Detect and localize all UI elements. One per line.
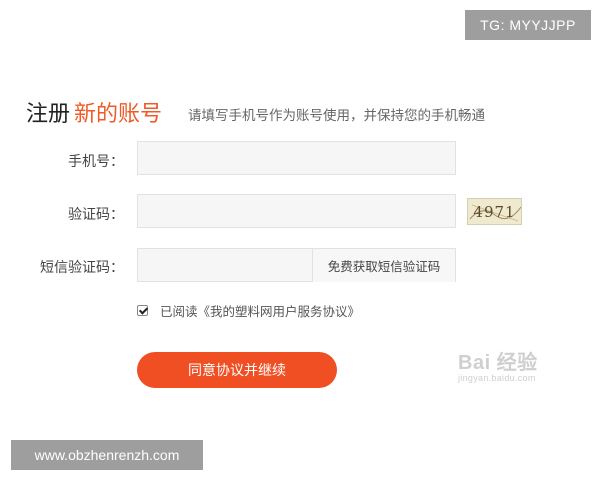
captcha-image[interactable]: 4971 xyxy=(467,198,522,225)
captcha-label: 验证码： xyxy=(68,207,124,223)
phone-label: 手机号： xyxy=(68,154,124,170)
agree-continue-button[interactable]: 同意协议并继续 xyxy=(137,352,337,388)
captcha-text: 4971 xyxy=(473,202,516,221)
url-overlay-label: www.obzhenrenzh.com xyxy=(11,440,203,470)
agreement-row[interactable]: 已阅读《我的塑料网用户服务协议》 xyxy=(137,301,360,320)
watermark-main: Bai 经验 xyxy=(458,352,538,374)
agreement-checkbox[interactable] xyxy=(137,305,148,316)
title-highlight: 新的账号 xyxy=(74,102,163,127)
tg-overlay-label: TG: MYYJJPP xyxy=(465,10,591,40)
page-title: 注册 新的账号 xyxy=(26,96,162,128)
watermark-sub: jingyan.baidu.com xyxy=(458,373,536,383)
baidu-watermark: Bai 经验 jingyan.baidu.com xyxy=(458,346,538,383)
captcha-input[interactable] xyxy=(137,194,456,228)
title-prefix: 注册 xyxy=(26,102,71,127)
get-sms-code-button[interactable]: 免费获取短信验证码 xyxy=(312,249,455,282)
phone-input[interactable] xyxy=(137,141,456,175)
agreement-text[interactable]: 已阅读《我的塑料网用户服务协议》 xyxy=(160,301,360,320)
page-subtitle: 请填写手机号作为账号使用，并保持您的手机畅通 xyxy=(188,108,485,124)
sms-label: 短信验证码： xyxy=(40,260,124,276)
